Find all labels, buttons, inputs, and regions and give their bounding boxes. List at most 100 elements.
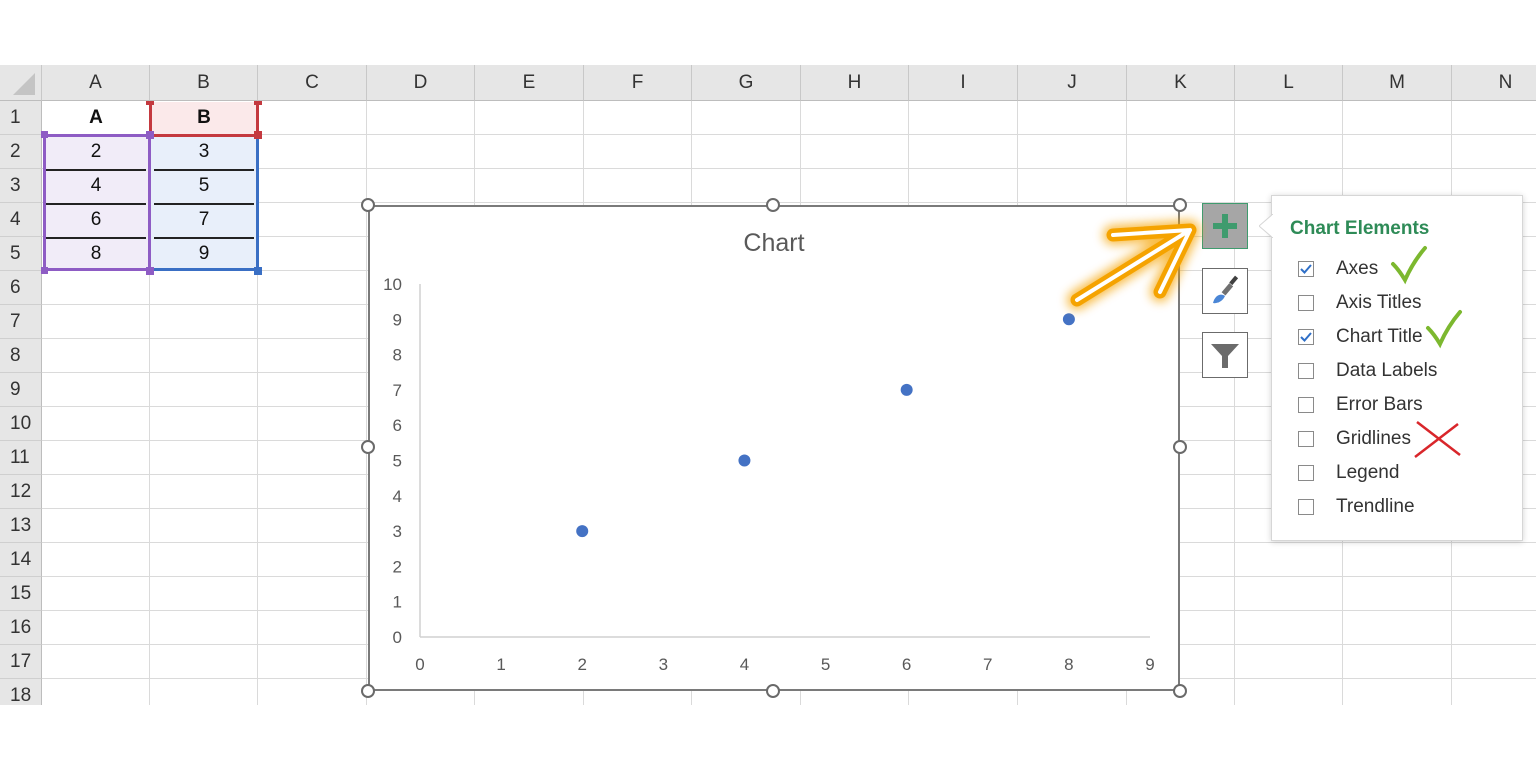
y-tick-label: 0 bbox=[393, 628, 402, 647]
y-tick-label: 2 bbox=[393, 557, 402, 576]
column-header-n[interactable]: N bbox=[1452, 65, 1536, 101]
x-tick-label: 2 bbox=[577, 655, 586, 674]
row-header-11[interactable]: 11 bbox=[0, 441, 42, 475]
row-header-18[interactable]: 18 bbox=[0, 679, 42, 705]
y-tick-label: 3 bbox=[393, 522, 402, 541]
resize-handle-bottom[interactable] bbox=[766, 684, 780, 698]
resize-handle-left[interactable] bbox=[361, 440, 375, 454]
resize-handle-top[interactable] bbox=[766, 198, 780, 212]
x-tick-label: 7 bbox=[983, 655, 992, 674]
row-header-14[interactable]: 14 bbox=[0, 543, 42, 577]
data-point[interactable] bbox=[1062, 313, 1075, 326]
chart-element-legend[interactable]: Legend bbox=[1298, 458, 1399, 488]
resize-handle-right[interactable] bbox=[1173, 440, 1187, 454]
data-point[interactable] bbox=[576, 525, 589, 538]
column-header-m[interactable]: M bbox=[1343, 65, 1452, 101]
scatter-chart[interactable]: Chart 0 1 2 3 4 5 6 7 8 9 0 1 2 3 4 5 6 7 8 9 10 bbox=[368, 205, 1180, 691]
plus-icon bbox=[1213, 214, 1237, 238]
chart-element-label: Data Labels bbox=[1336, 360, 1438, 381]
data-point[interactable] bbox=[900, 383, 913, 396]
cell-a1[interactable]: A bbox=[42, 101, 150, 135]
chart-element-chart-title[interactable]: Chart Title bbox=[1298, 322, 1423, 352]
column-header-i[interactable]: I bbox=[909, 65, 1018, 101]
cell-b4[interactable]: 7 bbox=[150, 203, 258, 237]
column-header-d[interactable]: D bbox=[367, 65, 475, 101]
resize-handle-top-left[interactable] bbox=[361, 198, 375, 212]
chart-filters-button[interactable] bbox=[1202, 332, 1248, 378]
row-header-3[interactable]: 3 bbox=[0, 169, 42, 203]
checkbox[interactable] bbox=[1298, 363, 1314, 379]
chart-element-trendline[interactable]: Trendline bbox=[1298, 492, 1415, 522]
row-header-12[interactable]: 12 bbox=[0, 475, 42, 509]
data-point[interactable] bbox=[738, 454, 751, 467]
cell-b1[interactable]: B bbox=[150, 101, 258, 135]
row-header-7[interactable]: 7 bbox=[0, 305, 42, 339]
column-header-h[interactable]: H bbox=[801, 65, 909, 101]
cell-b3[interactable]: 5 bbox=[150, 169, 258, 203]
row-header-6[interactable]: 6 bbox=[0, 271, 42, 305]
column-header-k[interactable]: K bbox=[1127, 65, 1235, 101]
chart-title[interactable]: Chart bbox=[743, 229, 804, 257]
column-header-a[interactable]: A bbox=[42, 65, 150, 101]
gridline bbox=[366, 101, 367, 705]
row-header-16[interactable]: 16 bbox=[0, 611, 42, 645]
column-header-c[interactable]: C bbox=[258, 65, 367, 101]
y-tick-label: 8 bbox=[393, 346, 402, 365]
chart-element-data-labels[interactable]: Data Labels bbox=[1298, 356, 1437, 386]
paintbrush-icon bbox=[1213, 275, 1239, 304]
row-header-4[interactable]: 4 bbox=[0, 203, 42, 237]
row-header-9[interactable]: 9 bbox=[0, 373, 42, 407]
column-header-g[interactable]: G bbox=[692, 65, 801, 101]
y-tick-label: 6 bbox=[393, 416, 402, 435]
row-header-13[interactable]: 13 bbox=[0, 509, 42, 543]
chart-element-label: Axes bbox=[1336, 258, 1379, 279]
chart-element-error-bars[interactable]: Error Bars bbox=[1298, 390, 1423, 420]
checkbox[interactable] bbox=[1298, 261, 1314, 277]
checkbox[interactable] bbox=[1298, 499, 1314, 515]
row-header-10[interactable]: 10 bbox=[0, 407, 42, 441]
column-header-e[interactable]: E bbox=[475, 65, 584, 101]
checkmark-icon bbox=[1300, 332, 1312, 342]
cell-a2[interactable]: 2 bbox=[42, 135, 150, 169]
x-tick-label: 8 bbox=[1064, 655, 1073, 674]
column-header-f[interactable]: F bbox=[584, 65, 692, 101]
row-header-17[interactable]: 17 bbox=[0, 645, 42, 679]
chart-element-axis-titles[interactable]: Axis Titles bbox=[1298, 288, 1422, 318]
chart-plot: Chart 0 1 2 3 4 5 6 7 8 9 0 1 2 3 4 5 6 7 8 9 10 bbox=[383, 229, 1155, 674]
row-header-8[interactable]: 8 bbox=[0, 339, 42, 373]
checkbox[interactable] bbox=[1298, 295, 1314, 311]
y-tick-label: 1 bbox=[393, 593, 402, 612]
cell-a3[interactable]: 4 bbox=[42, 169, 150, 203]
filter-icon bbox=[1211, 344, 1239, 368]
column-header-l[interactable]: L bbox=[1235, 65, 1343, 101]
chart-element-gridlines[interactable]: Gridlines bbox=[1298, 424, 1411, 454]
resize-handle-bottom-right[interactable] bbox=[1173, 684, 1187, 698]
resize-handle-bottom-left[interactable] bbox=[361, 684, 375, 698]
select-all-button[interactable] bbox=[0, 65, 42, 101]
x-tick-label: 9 bbox=[1145, 655, 1154, 674]
checkbox[interactable] bbox=[1298, 465, 1314, 481]
checkbox[interactable] bbox=[1298, 329, 1314, 345]
x-tick-label: 5 bbox=[821, 655, 830, 674]
checkbox[interactable] bbox=[1298, 431, 1314, 447]
row-header-2[interactable]: 2 bbox=[0, 135, 42, 169]
chart-element-label: Axis Titles bbox=[1336, 292, 1422, 313]
row-header-5[interactable]: 5 bbox=[0, 237, 42, 271]
column-header-j[interactable]: J bbox=[1018, 65, 1127, 101]
chart-element-axes[interactable]: Axes bbox=[1298, 254, 1378, 284]
checkbox[interactable] bbox=[1298, 397, 1314, 413]
cell-b5[interactable]: 9 bbox=[150, 237, 258, 271]
cell-b2[interactable]: 3 bbox=[150, 135, 258, 169]
column-header-b[interactable]: B bbox=[150, 65, 258, 101]
y-tick-label: 7 bbox=[393, 381, 402, 400]
cell-a4[interactable]: 6 bbox=[42, 203, 150, 237]
checkmark-icon bbox=[1300, 264, 1312, 274]
chart-elements-button[interactable] bbox=[1202, 203, 1248, 249]
chart-styles-button[interactable] bbox=[1202, 268, 1248, 314]
cell-a5[interactable]: 8 bbox=[42, 237, 150, 271]
resize-handle-top-right[interactable] bbox=[1173, 198, 1187, 212]
row-header-15[interactable]: 15 bbox=[0, 577, 42, 611]
row-header-1[interactable]: 1 bbox=[0, 101, 42, 135]
x-tick-label: 4 bbox=[740, 655, 749, 674]
gridline bbox=[42, 134, 1536, 135]
